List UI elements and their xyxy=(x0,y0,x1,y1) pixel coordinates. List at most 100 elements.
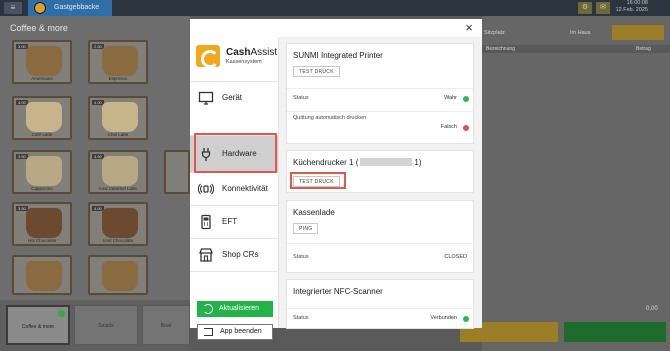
product-image xyxy=(102,102,138,132)
product-image xyxy=(26,156,62,186)
plug-icon xyxy=(201,148,211,161)
cashassist-logo: CashAssist Kassensystem xyxy=(196,43,278,69)
status-value: Wahr xyxy=(444,95,457,101)
status-label: Status xyxy=(293,315,309,321)
sidebar-item-eft[interactable]: EFT xyxy=(190,205,278,239)
product-tile[interactable]: 3.50 Cappucino xyxy=(12,150,72,194)
sidebar-item-label: Hardware xyxy=(222,149,257,158)
end-app-button[interactable]: App beenden xyxy=(197,324,273,340)
logo-subtitle: Kassensystem xyxy=(226,59,262,65)
auto-print-label: Quittung automatisch drucken xyxy=(293,115,367,121)
tile-name: Café Latte xyxy=(31,132,53,137)
check-icon xyxy=(58,310,65,317)
column-amount: Betrag xyxy=(636,46,651,52)
tile-name: Americano xyxy=(31,76,53,81)
printer-card: SUNMI Integrated Printer TEST DRUCK Stat… xyxy=(286,43,475,144)
logo-mark xyxy=(196,45,220,68)
category-label: Coffee & more xyxy=(21,324,55,330)
logo-name: CashAssist xyxy=(226,47,278,58)
nfc-scanner-card: Integrierter NFC-Scanner Status Verbunde… xyxy=(286,279,475,329)
product-tile[interactable]: 3.50 Hot Chocolate xyxy=(12,202,72,246)
mail-icon[interactable]: ✉ xyxy=(596,2,610,14)
status-value: Verbunden xyxy=(430,315,457,321)
sidebar-item-geraet[interactable]: Gerät xyxy=(190,81,278,115)
product-image xyxy=(102,46,138,76)
product-image xyxy=(26,102,62,132)
clock-time: 16:00:08 xyxy=(626,0,648,6)
cash-drawer-title: Kassenlade xyxy=(293,208,335,217)
product-tile[interactable] xyxy=(88,255,148,295)
product-tile[interactable]: 4.00 Chai Latte xyxy=(88,96,148,140)
product-tile[interactable]: 2.50 Espresso xyxy=(88,40,148,84)
printer-title: SUNMI Integrated Printer xyxy=(293,51,383,60)
printer-status-row: Status Wahr xyxy=(287,88,475,108)
order-panel xyxy=(482,16,670,351)
sidebar-item-konnektivitaet[interactable]: Konnektivität xyxy=(190,172,278,206)
nfc-status-row: Status Verbunden xyxy=(287,308,475,328)
refresh-label: Aktualisieren xyxy=(219,305,260,312)
product-image xyxy=(26,46,62,76)
product-tile[interactable] xyxy=(164,150,190,194)
tile-name: Hot Chocolate xyxy=(27,238,57,243)
gear-icon[interactable]: ⚙ xyxy=(578,2,592,14)
status-indicator-red xyxy=(463,125,469,131)
monitor-icon xyxy=(198,91,214,105)
tile-name: Cappucino xyxy=(31,186,53,191)
menu-icon[interactable]: ≡ xyxy=(4,2,22,14)
product-image xyxy=(102,156,138,186)
nfc-title: Integrierter NFC-Scanner xyxy=(293,287,383,296)
redacted-name xyxy=(360,158,413,166)
shop-tab-icon xyxy=(34,2,46,14)
product-tile[interactable]: 3.00 Americano xyxy=(12,40,72,84)
pay-button[interactable] xyxy=(564,322,666,342)
printer-test-button[interactable]: TEST DRUCK xyxy=(293,66,340,77)
hardware-settings-modal: × CashAssist Kassensystem Gerät Hardware… xyxy=(190,19,482,340)
shop-tab[interactable]: Gastgebbacke xyxy=(28,0,112,16)
refresh-button[interactable]: Aktualisieren xyxy=(197,301,273,317)
kitchen-printer-card: Küchendrucker 1 (1) TEST DRUCK xyxy=(286,150,474,193)
sidebar-item-label: EFT xyxy=(222,217,238,226)
sidebar-item-shop-crs[interactable]: Shop CRs xyxy=(190,238,278,272)
auto-print-value: Falsch xyxy=(440,124,457,130)
tables-label: Sitzplatz xyxy=(484,30,505,36)
product-tile[interactable]: 4.00 Iced Chocolate xyxy=(88,202,148,246)
sidebar-item-hardware[interactable]: Hardware xyxy=(190,135,278,173)
category-title: Coffee & more xyxy=(10,23,68,33)
product-image xyxy=(102,208,138,238)
tile-name: Iced Caramel Latte xyxy=(98,186,138,191)
cash-drawer-card: Kassenlade PING Status CLOSED xyxy=(286,200,475,273)
status-indicator-green xyxy=(463,96,469,102)
end-app-label: App beenden xyxy=(220,328,262,335)
product-tile[interactable] xyxy=(12,255,72,295)
category-label: Bowl xyxy=(160,323,172,329)
status-value: CLOSED xyxy=(444,254,467,260)
category-coffee[interactable]: Coffee & more xyxy=(6,305,70,345)
kitchen-printer-title: Küchendrucker 1 (1) xyxy=(293,158,422,167)
tile-name: Espresso xyxy=(108,76,128,81)
in-house-label[interactable]: Im Haus xyxy=(570,30,590,36)
product-image xyxy=(26,208,62,238)
shop-tab-label: Gastgebbacke xyxy=(54,4,100,11)
sidebar-item-label: Gerät xyxy=(222,93,243,102)
category-salads[interactable]: Salads xyxy=(74,305,138,345)
settings-sidebar: CashAssist Kassensystem Gerät Hardware K… xyxy=(190,37,279,340)
auto-print-row[interactable]: Quittung automatisch drucken Falsch xyxy=(287,111,475,143)
drawer-status-row: Status CLOSED xyxy=(287,243,475,273)
category-bowl[interactable]: Bowl xyxy=(142,305,190,345)
clock: 16:00:08 12.Feb. 2025 xyxy=(616,0,648,14)
product-image xyxy=(102,261,138,291)
tile-name: Iced Chocolate xyxy=(102,238,134,243)
product-tile[interactable]: 4.00 Café Latte xyxy=(12,96,72,140)
category-label: Salads xyxy=(98,323,114,329)
product-tile[interactable]: 4.50 Iced Caramel Latte xyxy=(88,150,148,194)
pos-topbar: ≡ Gastgebbacke ⚙ ✉ 16:00:08 12.Feb. 2025 xyxy=(0,0,670,16)
order-action-button[interactable] xyxy=(612,25,664,40)
exit-icon xyxy=(204,328,213,336)
close-icon[interactable]: × xyxy=(462,21,476,35)
sidebar-item-label: Shop CRs xyxy=(222,250,259,259)
status-indicator-green xyxy=(463,316,469,322)
modal-header: × xyxy=(190,19,482,37)
ping-button[interactable]: PING xyxy=(293,223,319,234)
kitchen-test-button[interactable]: TEST DRUCK xyxy=(293,176,340,187)
refresh-icon xyxy=(203,304,213,314)
